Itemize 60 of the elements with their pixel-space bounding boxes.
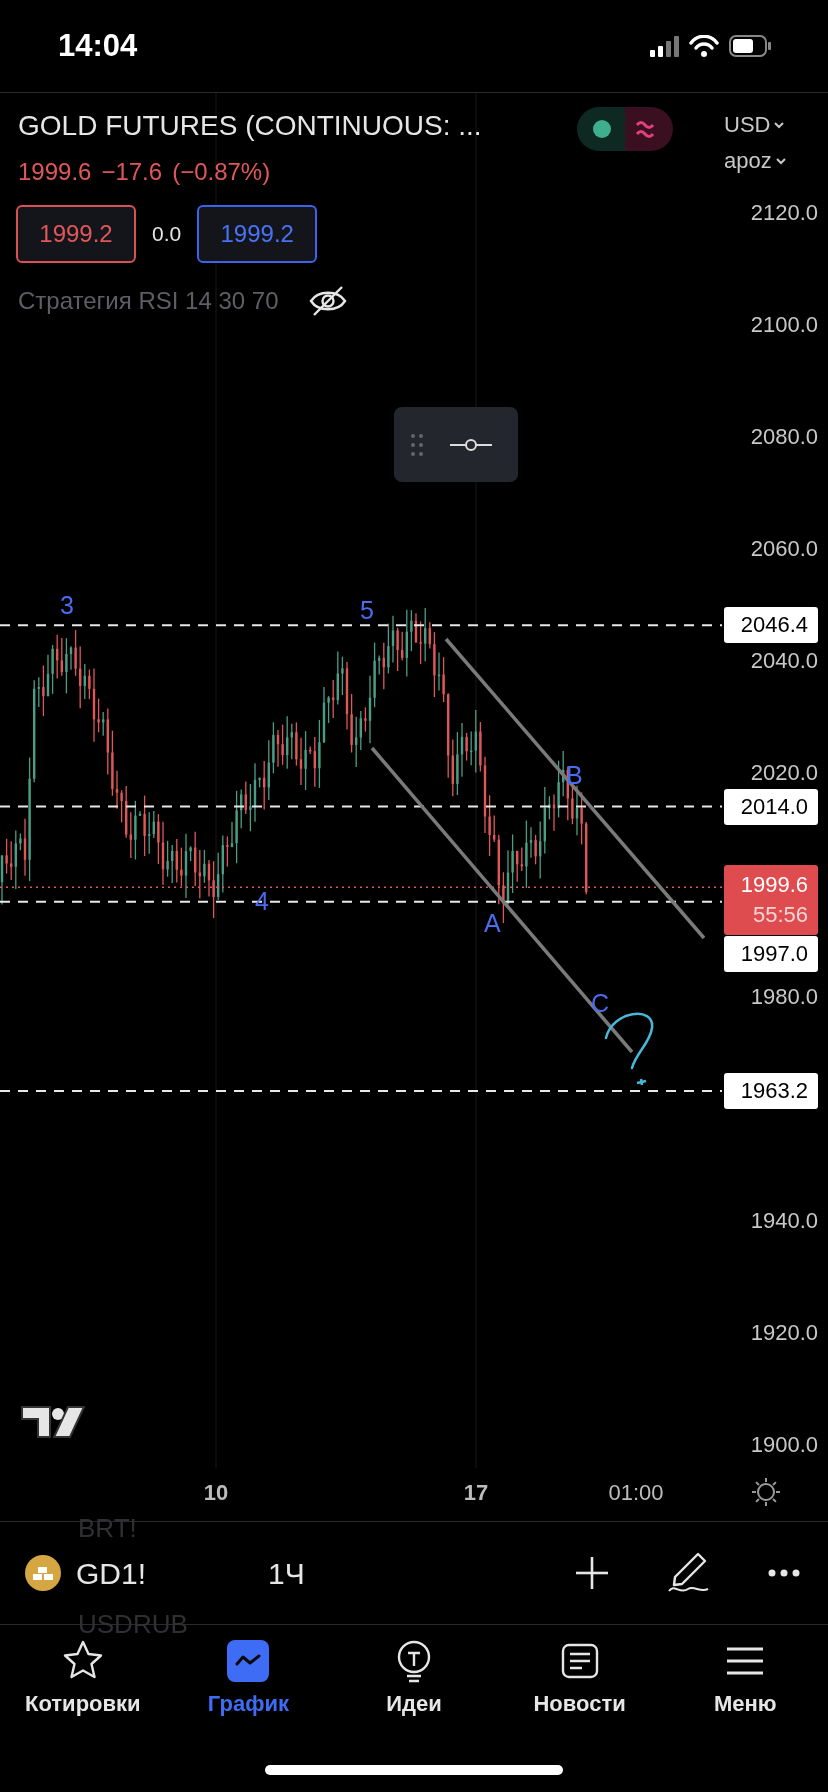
signal-icon [650,35,679,57]
price-axis-label: 2020.0 [750,760,818,786]
mode-toggle[interactable] [577,107,673,151]
currency-dropdown[interactable]: USD [724,111,785,139]
bullion-coin-icon [24,1554,62,1592]
horizontal-line-icon[interactable] [450,436,492,453]
wave-label: 5 [360,596,374,624]
symbol-name[interactable]: GD1! [76,1550,147,1596]
time-axis-label: 17 [463,1480,489,1506]
clock-time: 14:04 [58,26,138,65]
chart-icon [226,1639,271,1683]
level-price-label: 2046.4 [724,607,818,644]
time-axis-label: 01:00 [608,1480,664,1506]
level-price-label: 1997.0 [724,936,818,972]
price-axis-label: 2040.0 [750,648,818,674]
spread-value: 0.0 [152,221,182,248]
hidden-eye-icon[interactable] [308,285,349,317]
wave-label: B [566,761,583,789]
more-icon[interactable] [768,1569,800,1577]
interval-button[interactable]: 1Ч [268,1550,305,1596]
scale-dropdown[interactable]: apoz [724,147,786,175]
level-price-label: 2014.0 [724,788,818,825]
price-change-percent: (−0.87%) [172,157,271,187]
tab-button[interactable]: Меню [662,1639,828,1735]
wave-label: A [484,909,501,937]
indicator-label: Стратегия RSI 14 30 70 [18,286,279,316]
price-axis-label: 1940.0 [750,1208,818,1234]
last-price: 1999.6 [18,157,92,187]
wifi-icon [689,35,719,57]
price-axis-label: 2120.0 [750,200,818,226]
wave-label: 4 [255,887,269,915]
price-axis-label: 2060.0 [750,536,818,562]
battery-icon [729,35,772,57]
current-price-label: 1999.6 55:56 [724,865,818,935]
tab-button[interactable]: Котировки [0,1639,166,1735]
wave-label: C [591,989,610,1017]
buy-button[interactable]: 1999.2 [197,205,318,263]
sell-button[interactable]: 1999.2 [16,205,136,263]
price-change: −17.6 [101,157,163,187]
level-price-label: 1963.2 [724,1073,818,1110]
price-axis-label: 2100.0 [750,312,818,338]
chevron-icon [775,157,786,165]
drag-handle-icon[interactable] [410,432,424,457]
sun-icon[interactable] [751,1477,781,1507]
toggle-icon [577,107,673,151]
price-axis-label: 2080.0 [750,424,818,450]
tab-button[interactable]: Новости [496,1639,663,1735]
plus-icon[interactable] [574,1555,610,1591]
tab-button[interactable]: График [165,1639,332,1735]
wave-label: 3 [60,591,74,619]
price-axis-label: 1900.0 [750,1432,818,1458]
tab-button[interactable]: Идеи [331,1639,497,1735]
symbol-title: GOLD FUTURES (CONTINUOUS: ... [18,109,482,143]
time-axis-label: 10 [203,1480,229,1506]
price-axis-label: 1980.0 [750,984,818,1010]
chevron-icon [774,121,785,129]
price-axis-label: 1920.0 [750,1320,818,1346]
question-mark-drawing [604,1012,654,1070]
ink-dot-drawing [635,1077,648,1087]
chart-logo-icon [20,1405,86,1439]
